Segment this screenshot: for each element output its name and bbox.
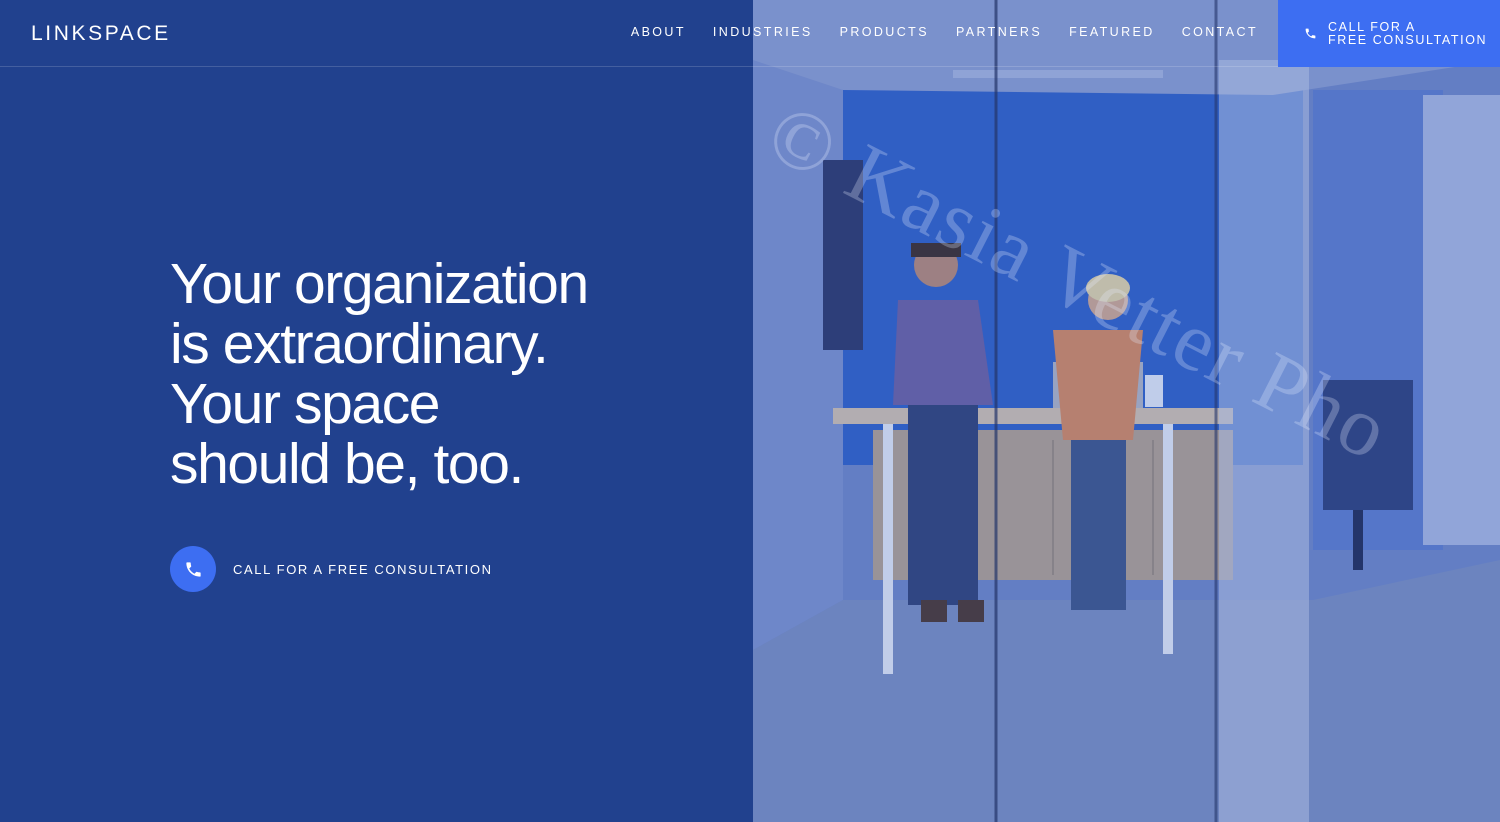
nav-link-contact[interactable]: CONTACT (1182, 25, 1258, 39)
site-header: LINKSPACE ABOUT INDUSTRIES PRODUCTS PART… (0, 0, 1500, 67)
hero-call-button[interactable]: CALL FOR A FREE CONSULTATION (170, 546, 493, 592)
header-call-button[interactable]: CALL FOR A FREE CONSULTATION (1278, 0, 1500, 67)
headline-line-1: Your organization (170, 252, 589, 316)
logo[interactable]: LINKSPACE (31, 22, 171, 46)
nav-link-featured[interactable]: FEATURED (1069, 25, 1155, 39)
main-nav: ABOUT INDUSTRIES PRODUCTS PARTNERS FEATU… (604, 25, 1258, 39)
hero-call-circle[interactable] (170, 546, 216, 592)
headline-line-2: is extraordinary. (170, 312, 549, 376)
phone-icon (185, 561, 201, 577)
nav-link-partners[interactable]: PARTNERS (956, 25, 1042, 39)
hero-photo: © Kasia Vetter Pho (753, 0, 1500, 822)
hero-call-label[interactable]: CALL FOR A FREE CONSULTATION (233, 562, 493, 577)
nav-link-products[interactable]: PRODUCTS (840, 25, 929, 39)
page: © Kasia Vetter Pho LINKSPACE ABOUT INDUS… (0, 0, 1500, 822)
header-call-line-1: CALL FOR A (1328, 19, 1416, 34)
header-call-label: CALL FOR A FREE CONSULTATION (1328, 19, 1488, 47)
phone-icon (1305, 28, 1316, 39)
headline-line-4: should be, too. (170, 432, 524, 496)
headline-line-3: Your space (170, 372, 441, 436)
hero-headline: Your organization is extraordinary. Your… (170, 254, 640, 494)
header-call-line-2: FREE CONSULTATION (1328, 32, 1488, 47)
nav-link-about[interactable]: ABOUT (631, 25, 686, 39)
nav-link-industries[interactable]: INDUSTRIES (713, 25, 813, 39)
